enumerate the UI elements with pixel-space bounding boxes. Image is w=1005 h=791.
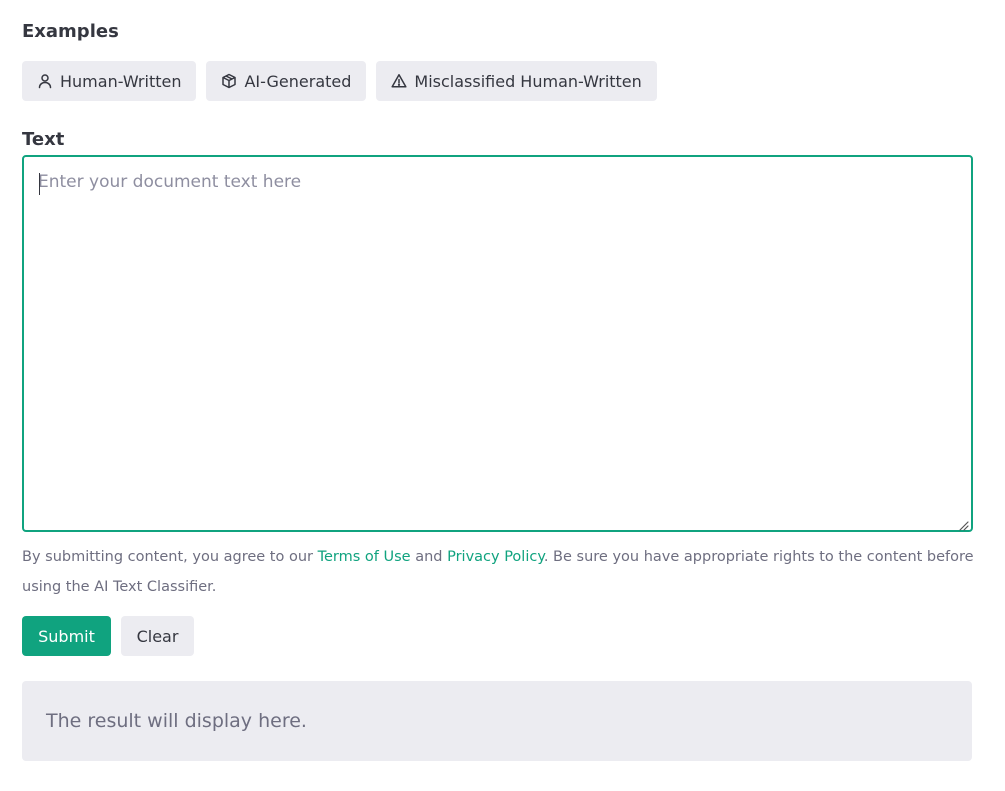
text-caret xyxy=(39,173,40,195)
warning-icon xyxy=(391,73,407,89)
submit-button[interactable]: Submit xyxy=(22,616,111,656)
disclaimer-text: By submitting content, you agree to our … xyxy=(22,542,982,602)
disclaimer-prefix: By submitting content, you agree to our xyxy=(22,549,318,565)
resize-handle-icon[interactable] xyxy=(957,516,969,531)
cube-icon xyxy=(221,73,237,89)
disclaimer-middle: and xyxy=(410,549,448,565)
example-ai-generated-button[interactable]: AI-Generated xyxy=(206,61,367,101)
person-icon xyxy=(37,73,53,89)
text-heading: Text xyxy=(22,129,65,150)
example-human-written-label: Human-Written xyxy=(60,71,182,91)
document-text-input[interactable] xyxy=(24,157,971,530)
example-human-written-button[interactable]: Human-Written xyxy=(22,61,197,101)
privacy-policy-link[interactable]: Privacy Policy xyxy=(447,549,544,565)
result-panel: The result will display here. xyxy=(22,681,972,761)
example-misclassified-label: Misclassified Human-Written xyxy=(414,71,642,91)
result-text: The result will display here. xyxy=(46,710,307,732)
terms-of-use-link[interactable]: Terms of Use xyxy=(318,549,411,565)
example-misclassified-button[interactable]: Misclassified Human-Written xyxy=(376,61,657,101)
examples-heading: Examples xyxy=(22,21,119,42)
document-text-container xyxy=(22,155,973,532)
examples-button-group: Human-Written AI-Generated Misclassified… xyxy=(22,61,657,101)
form-actions: Submit Clear xyxy=(22,616,194,656)
example-ai-generated-label: AI-Generated xyxy=(244,71,352,91)
clear-button[interactable]: Clear xyxy=(121,616,194,656)
